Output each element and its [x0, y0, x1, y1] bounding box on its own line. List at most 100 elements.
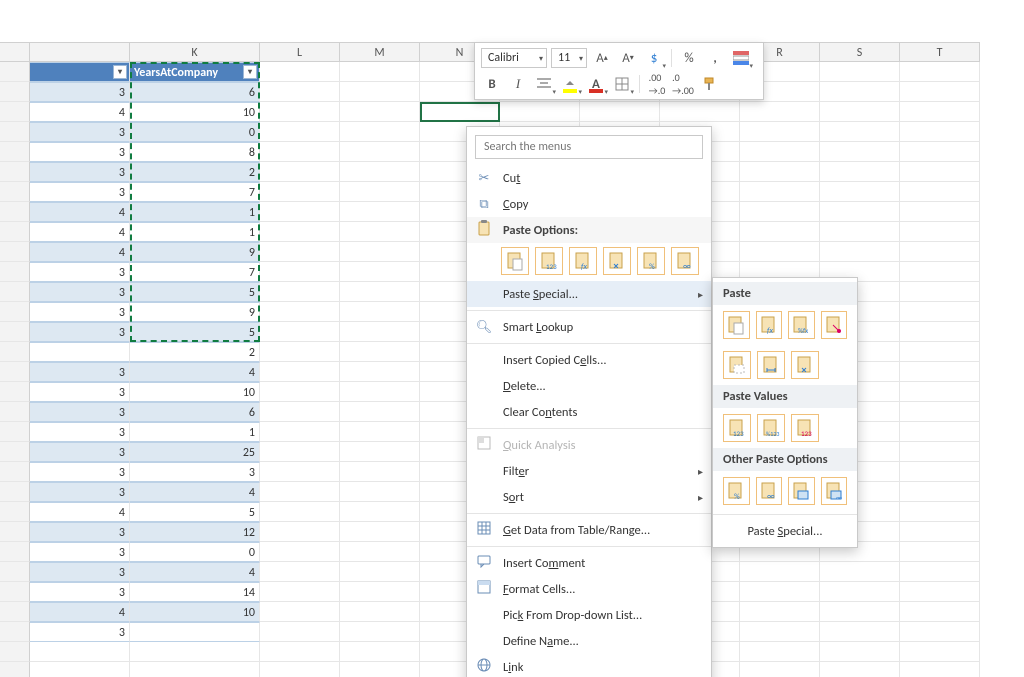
col-header-j[interactable]	[30, 43, 130, 63]
table-cell-j[interactable]: 3	[30, 542, 130, 562]
table-cell-k[interactable]: 25	[130, 442, 260, 462]
decrease-font-icon[interactable]: A▾	[617, 47, 639, 69]
table-cell-j[interactable]: 3	[30, 522, 130, 542]
filter-button[interactable]: ▾	[243, 65, 257, 79]
row-header[interactable]	[0, 642, 30, 662]
row-header[interactable]	[0, 222, 30, 242]
cell[interactable]	[900, 322, 980, 342]
row-header[interactable]	[0, 542, 30, 562]
table-cell-k[interactable]: 4	[130, 362, 260, 382]
cell[interactable]	[900, 422, 980, 442]
table-cell-j[interactable]: 3	[30, 182, 130, 202]
table-cell-j[interactable]: 3	[30, 462, 130, 482]
paste-link-icon[interactable]: ∞	[671, 247, 699, 275]
cell[interactable]	[260, 202, 340, 222]
row-header[interactable]	[0, 462, 30, 482]
table-cell-k[interactable]: 8	[130, 142, 260, 162]
cell[interactable]	[900, 482, 980, 502]
cell[interactable]	[340, 342, 420, 362]
col-header-t[interactable]: T	[900, 43, 980, 63]
cell[interactable]	[820, 642, 900, 662]
sm-paste-noborders-icon[interactable]	[723, 351, 751, 379]
cell[interactable]	[260, 462, 340, 482]
cell[interactable]	[900, 402, 980, 422]
table-cell-k[interactable]: 7	[130, 182, 260, 202]
decrease-decimal-icon[interactable]: .0→.00	[672, 73, 694, 95]
menu-paste-special[interactable]: Paste Special... ▸	[467, 281, 711, 307]
cell[interactable]	[900, 262, 980, 282]
row-header[interactable]	[0, 662, 30, 677]
cell[interactable]	[740, 662, 820, 677]
cell[interactable]	[340, 302, 420, 322]
percent-format-icon[interactable]: %	[678, 47, 700, 69]
cell[interactable]	[260, 562, 340, 582]
accounting-format-icon[interactable]: $▾	[643, 47, 665, 69]
col-header-m[interactable]: M	[340, 43, 420, 63]
sm-paste-colwidth-icon[interactable]	[757, 351, 785, 379]
cell[interactable]	[900, 502, 980, 522]
table-cell-j[interactable]: 4	[30, 102, 130, 122]
table-cell-k[interactable]: 10	[130, 602, 260, 622]
cell[interactable]	[900, 662, 980, 677]
menu-define-name[interactable]: Define Name...	[467, 628, 711, 654]
cell[interactable]	[820, 142, 900, 162]
row-header[interactable]	[0, 262, 30, 282]
cell[interactable]	[900, 522, 980, 542]
cell[interactable]	[340, 262, 420, 282]
cell[interactable]	[340, 482, 420, 502]
cell[interactable]	[340, 282, 420, 302]
cell[interactable]	[260, 402, 340, 422]
cell[interactable]	[900, 142, 980, 162]
cell[interactable]	[260, 522, 340, 542]
cell[interactable]	[740, 222, 820, 242]
table-cell-k[interactable]: 10	[130, 102, 260, 122]
cell[interactable]	[900, 342, 980, 362]
cell[interactable]	[900, 102, 980, 122]
table-cell-j[interactable]: 3	[30, 162, 130, 182]
cell[interactable]	[740, 622, 820, 642]
select-all-corner[interactable]	[0, 43, 30, 61]
table-cell-j[interactable]: 3	[30, 382, 130, 402]
table-cell-j[interactable]: 3	[30, 82, 130, 102]
paste-formatting-icon[interactable]: %	[637, 247, 665, 275]
menu-delete[interactable]: Delete...	[467, 373, 711, 399]
cell[interactable]	[500, 102, 580, 122]
cell[interactable]	[340, 222, 420, 242]
cell[interactable]	[820, 62, 900, 82]
table-cell-j[interactable]	[30, 342, 130, 362]
table-cell-k[interactable]: 5	[130, 502, 260, 522]
cell[interactable]	[820, 622, 900, 642]
cell[interactable]	[900, 282, 980, 302]
increase-decimal-icon[interactable]: .00→.0	[646, 73, 668, 95]
cell[interactable]	[900, 462, 980, 482]
cell[interactable]	[260, 102, 340, 122]
cell[interactable]	[340, 402, 420, 422]
paste-values-icon[interactable]: 123	[535, 247, 563, 275]
row-header[interactable]	[0, 342, 30, 362]
table-cell-j[interactable]: 3	[30, 322, 130, 342]
cell[interactable]	[820, 242, 900, 262]
cell[interactable]	[260, 162, 340, 182]
col-header-k[interactable]: K	[130, 43, 260, 63]
cell[interactable]	[260, 382, 340, 402]
table-cell-j[interactable]: 3	[30, 402, 130, 422]
sm-formatting-icon[interactable]: %	[723, 477, 750, 505]
row-header[interactable]	[0, 82, 30, 102]
table-cell-k[interactable]: 5	[130, 322, 260, 342]
cell[interactable]	[260, 442, 340, 462]
cell[interactable]	[260, 482, 340, 502]
cell[interactable]	[260, 82, 340, 102]
font-color-icon[interactable]: A ▾	[585, 73, 607, 95]
table-cell-k[interactable]: 0	[130, 122, 260, 142]
submenu-paste-special-item[interactable]: Paste Special...	[713, 518, 857, 543]
menu-clear-contents[interactable]: Clear Contents	[467, 399, 711, 425]
cell[interactable]	[260, 662, 340, 677]
cell[interactable]	[900, 562, 980, 582]
cell[interactable]	[820, 202, 900, 222]
cell[interactable]	[820, 122, 900, 142]
table-cell-k[interactable]: 6	[130, 402, 260, 422]
cell[interactable]	[740, 602, 820, 622]
cell[interactable]	[900, 642, 980, 662]
cell[interactable]	[260, 282, 340, 302]
cell[interactable]	[340, 602, 420, 622]
